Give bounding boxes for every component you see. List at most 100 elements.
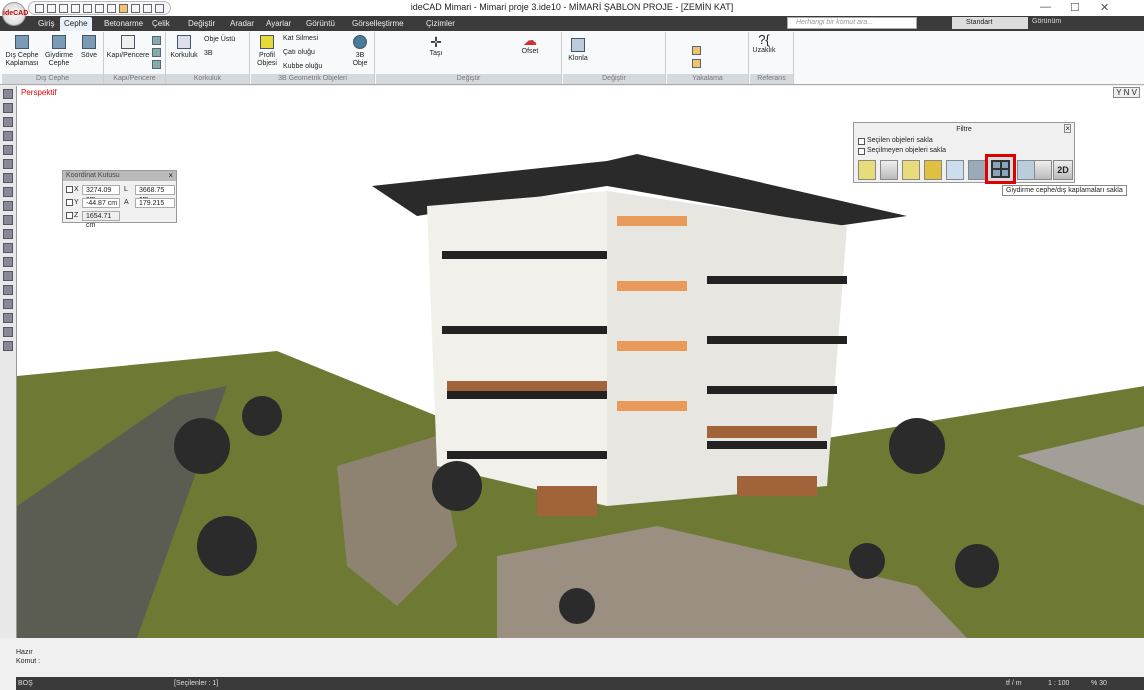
z-field[interactable]: 1654.71 cm: [82, 211, 120, 229]
kapi-pencere-button[interactable]: Kapı/Pencere: [106, 35, 150, 60]
tool-icon[interactable]: [3, 131, 13, 141]
tab-ayarlar[interactable]: Ayarlar: [262, 17, 295, 31]
window-filter-button[interactable]: [1017, 160, 1035, 180]
shield-icon[interactable]: [152, 60, 161, 69]
command-area[interactable]: Hazır Komut :: [16, 640, 1144, 677]
view-menu[interactable]: Görünüm: [1032, 18, 1061, 25]
tool-icon[interactable]: [3, 257, 13, 267]
beam-filter-button[interactable]: [946, 160, 964, 180]
curtain-filter-button[interactable]: [880, 160, 898, 180]
tool-icon[interactable]: [3, 327, 13, 337]
save-as-icon[interactable]: [71, 3, 80, 13]
command-search-input[interactable]: Herhangi bir komut ara...: [787, 17, 917, 29]
snap-icon[interactable]: [692, 46, 701, 55]
left-toolbar[interactable]: [0, 86, 16, 638]
slab-filter-button[interactable]: [858, 160, 876, 180]
roof-filter-button[interactable]: [924, 160, 942, 180]
klonla-button[interactable]: Klonla: [565, 38, 591, 63]
print-icon[interactable]: [107, 3, 116, 13]
window-icon[interactable]: [152, 48, 161, 57]
tool-icon[interactable]: [3, 341, 13, 351]
x-lock-checkbox[interactable]: [66, 186, 73, 193]
korkuluk-button[interactable]: Korkuluk: [168, 35, 200, 60]
snap-icon[interactable]: [119, 3, 128, 13]
tab-celik[interactable]: Çelik: [148, 17, 174, 31]
obje-ustu-button[interactable]: Obje Üstü: [204, 36, 235, 44]
tool-icon[interactable]: [131, 3, 140, 13]
tool-icon[interactable]: [3, 145, 13, 155]
tool-icon[interactable]: [3, 117, 13, 127]
tool-icon[interactable]: [3, 215, 13, 225]
a-field[interactable]: 179.215: [135, 198, 175, 208]
dis-cephe-button[interactable]: Dış Cephe Kaplaması: [4, 35, 40, 68]
tab-goruntu[interactable]: Görüntü: [302, 17, 339, 31]
cati-olugu-button[interactable]: Çatı oluğu: [283, 49, 315, 57]
minimize-button[interactable]: —: [1040, 1, 1051, 13]
maximize-button[interactable]: ☐: [1070, 1, 1080, 14]
tool-icon[interactable]: [3, 89, 13, 99]
tool-icon[interactable]: [3, 299, 13, 309]
tab-gorsellestirme[interactable]: Görselleştirme: [348, 17, 408, 31]
tab-cizimler[interactable]: Çizimler: [422, 17, 459, 31]
close-button[interactable]: ✕: [1100, 1, 1109, 14]
y-lock-checkbox[interactable]: [66, 199, 73, 206]
tool-icon[interactable]: [3, 173, 13, 183]
hide-selected-checkbox[interactable]: [858, 138, 865, 145]
app-logo[interactable]: ideCAD: [2, 2, 28, 26]
view-cube-buttons[interactable]: Y N V: [1113, 87, 1140, 98]
2d-filter-button[interactable]: 2D: [1053, 160, 1073, 180]
status-zoom[interactable]: % 30: [1091, 677, 1107, 690]
tool-icon[interactable]: [3, 313, 13, 323]
column-filter-button[interactable]: [902, 160, 920, 180]
close-icon[interactable]: ×: [1064, 124, 1071, 133]
tool-icon[interactable]: [3, 159, 13, 169]
tab-cephe[interactable]: Cephe: [60, 17, 92, 31]
sove-button[interactable]: Söve: [78, 35, 100, 60]
kubbe-olugu-button[interactable]: Kubbe oluğu: [283, 63, 322, 71]
tool-icon[interactable]: [3, 271, 13, 281]
3b-button[interactable]: 3B: [204, 50, 213, 58]
kat-silmesi-button[interactable]: Kat Silmesi: [283, 35, 318, 43]
tool-icon[interactable]: [3, 243, 13, 253]
tool-icon[interactable]: [155, 3, 164, 13]
wall-filter-button[interactable]: [968, 160, 986, 180]
status-units[interactable]: tf / m: [1006, 677, 1022, 690]
tasi-button[interactable]: ✛ Taşı: [426, 35, 446, 58]
x-field[interactable]: 3274.09 cm: [82, 185, 120, 203]
filter-panel: Filtre × Seçilen objeleri sakla Seçilmey…: [853, 122, 1075, 184]
tab-giris[interactable]: Giriş: [34, 17, 58, 31]
y-field[interactable]: -44.87 cm: [82, 198, 120, 208]
tool-icon[interactable]: [3, 229, 13, 239]
l-field[interactable]: 3668.75 cm: [135, 185, 175, 203]
tab-degistir[interactable]: Değiştir: [184, 17, 219, 31]
status-scale[interactable]: 1 : 100: [1048, 677, 1069, 690]
curtain-wall-filter-button[interactable]: [985, 154, 1016, 184]
tool-icon[interactable]: [3, 187, 13, 197]
save-icon[interactable]: [59, 3, 68, 13]
open-icon[interactable]: [47, 3, 56, 13]
new-icon[interactable]: [35, 3, 44, 13]
command-prompt[interactable]: Komut :: [16, 658, 40, 665]
giydirme-cephe-button[interactable]: Giydirme Cephe: [42, 35, 76, 68]
window-icon[interactable]: [152, 36, 161, 45]
quick-access-toolbar[interactable]: [28, 1, 171, 15]
redo-icon[interactable]: [95, 3, 104, 13]
tool-icon[interactable]: [3, 201, 13, 211]
undo-icon[interactable]: [83, 3, 92, 13]
uzaklik-button[interactable]: ?{Uzaklık: [752, 33, 776, 55]
tool-icon[interactable]: [3, 103, 13, 113]
ofset-button[interactable]: ☁ Ofset: [518, 33, 542, 56]
z-lock-checkbox[interactable]: [66, 212, 73, 219]
3b-obje-button[interactable]: 3B Obje: [349, 35, 371, 68]
tool-icon[interactable]: [143, 3, 152, 13]
group-label: 3B Geometrik Objeleri: [251, 74, 374, 84]
stair-filter-button[interactable]: [1034, 160, 1052, 180]
close-icon[interactable]: ×: [168, 171, 173, 180]
tab-betonarme[interactable]: Betonarme: [100, 17, 147, 31]
snap-icon[interactable]: [692, 59, 701, 68]
profil-objesi-button[interactable]: Profil Objesi: [253, 35, 281, 68]
tab-aradar[interactable]: Aradar: [226, 17, 258, 31]
style-select[interactable]: Standart: [952, 17, 1028, 29]
tool-icon[interactable]: [3, 285, 13, 295]
hide-unselected-checkbox[interactable]: [858, 148, 865, 155]
